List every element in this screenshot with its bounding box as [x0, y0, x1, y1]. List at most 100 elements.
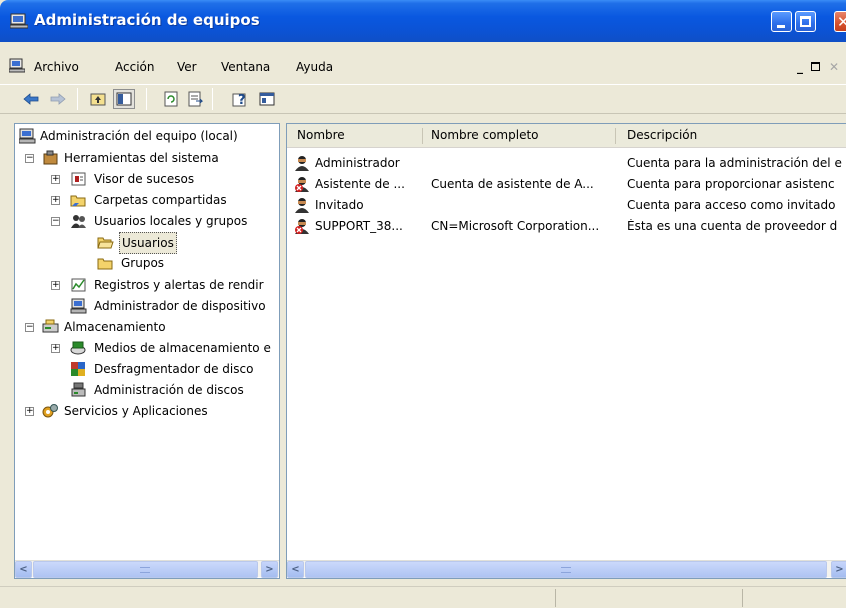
maximize-icon — [800, 16, 811, 27]
column-header-nombre[interactable]: Nombre — [297, 128, 345, 142]
user-icon — [295, 198, 309, 213]
column-divider[interactable] — [615, 128, 616, 144]
list-horizontal-scrollbar[interactable]: < > — [287, 560, 846, 578]
up-folder-button[interactable] — [87, 89, 109, 109]
tree-item-servicios[interactable]: + Servicios y Aplicaciones — [15, 401, 279, 421]
menu-archivo[interactable]: Archivo — [34, 60, 79, 74]
mmc-system-icon[interactable] — [9, 58, 25, 73]
device-manager-icon — [70, 298, 87, 314]
tree-label: Servicios y Aplicaciones — [64, 404, 208, 418]
expand-icon[interactable]: + — [51, 281, 60, 290]
forward-button[interactable] — [47, 89, 69, 109]
performance-logs-icon — [71, 278, 86, 292]
child-close-button[interactable]: ✕ — [826, 60, 842, 74]
tree-item-herramientas[interactable]: − Herramientas del sistema — [15, 148, 279, 168]
tree-item-grupos[interactable]: Grupos — [15, 253, 279, 273]
properties-button[interactable] — [256, 89, 278, 109]
console-tree[interactable]: Administración del equipo (local) − Herr… — [14, 123, 280, 579]
minimize-button[interactable] — [771, 11, 792, 32]
cell-descripcion: Cuenta para la administración del e — [627, 156, 842, 170]
column-header-nombre-completo[interactable]: Nombre completo — [431, 128, 539, 142]
folder-icon — [97, 258, 113, 270]
scroll-thumb[interactable] — [33, 561, 258, 578]
help-button[interactable]: ? — [230, 89, 252, 109]
table-row[interactable]: Invitado Cuenta para acceso como invitad… — [287, 196, 846, 216]
tree-item-usuarios-locales[interactable]: − Usuarios locales y grupos — [15, 211, 279, 231]
cell-nombre-completo: Cuenta de asistente de A... — [431, 177, 594, 191]
chevron-left-icon: < — [291, 564, 300, 575]
menu-ventana[interactable]: Ventana — [221, 60, 270, 74]
scroll-right-button[interactable]: > — [831, 561, 846, 578]
tree-label: Administrador de dispositivo — [94, 299, 266, 313]
refresh-icon — [164, 91, 178, 107]
window-title: Administración de equipos — [34, 11, 260, 29]
expand-icon[interactable]: + — [51, 196, 60, 205]
status-bar — [0, 586, 846, 608]
cell-nombre: Administrador — [315, 156, 400, 170]
expand-icon[interactable]: + — [25, 407, 34, 416]
scroll-left-button[interactable]: < — [287, 561, 304, 578]
user-icon — [295, 156, 309, 171]
tree-label: Herramientas del sistema — [64, 151, 219, 165]
close-button[interactable]: ✕ — [834, 11, 846, 32]
show-hide-tree-button[interactable] — [113, 89, 135, 109]
column-header-descripcion[interactable]: Descripción — [627, 128, 697, 142]
tree-item-root[interactable]: Administración del equipo (local) — [15, 126, 279, 146]
tree-item-desfragmentador[interactable]: Desfragmentador de disco — [15, 359, 279, 379]
toolbar-separator — [212, 88, 213, 110]
cell-descripcion: Cuenta para proporcionar asistenc — [627, 177, 835, 191]
expand-icon[interactable]: + — [51, 175, 60, 184]
title-bar[interactable]: Administración de equipos ✕ — [0, 0, 846, 42]
tree-label: Registros y alertas de rendir — [94, 278, 264, 292]
properties-icon — [259, 92, 275, 106]
tree-item-admin-dispositivos[interactable]: Administrador de dispositivo — [15, 296, 279, 316]
tree-label: Grupos — [121, 256, 165, 270]
toolbar-separator — [77, 88, 78, 110]
storage-icon — [42, 319, 59, 333]
table-row[interactable]: Asistente de ... Cuenta de asistente de … — [287, 175, 846, 195]
restore-icon — [811, 62, 820, 71]
scroll-right-button[interactable]: > — [261, 561, 278, 578]
menu-ver[interactable]: Ver — [177, 60, 197, 74]
back-button[interactable] — [20, 89, 42, 109]
disabled-user-icon — [295, 177, 309, 192]
table-row[interactable]: Administrador Cuenta para la administrac… — [287, 154, 846, 174]
shared-folder-icon — [70, 195, 86, 207]
scroll-thumb[interactable] — [305, 561, 827, 578]
collapse-icon[interactable]: − — [51, 217, 60, 226]
table-row[interactable]: SUPPORT_38... CN=Microsoft Corporation..… — [287, 217, 846, 237]
collapse-icon[interactable]: − — [25, 154, 34, 163]
child-minimize-button[interactable]: _ — [792, 60, 808, 74]
tree-item-visor[interactable]: + Visor de sucesos — [15, 169, 279, 189]
up-folder-icon — [90, 93, 106, 106]
close-icon: ✕ — [837, 13, 846, 31]
refresh-button[interactable] — [160, 89, 182, 109]
details-list[interactable]: Nombre Nombre completo Descripción Admin… — [286, 123, 846, 579]
column-divider[interactable] — [422, 128, 423, 144]
maximize-button[interactable] — [795, 11, 816, 32]
child-restore-button[interactable] — [808, 60, 824, 74]
tree-label: Carpetas compartidas — [94, 193, 227, 207]
chevron-right-icon: > — [265, 564, 274, 575]
forward-icon — [50, 93, 66, 105]
menu-ayuda[interactable]: Ayuda — [296, 60, 333, 74]
list-header: Nombre Nombre completo Descripción — [287, 124, 846, 148]
tree-item-medios[interactable]: + Medios de almacenamiento e — [15, 338, 279, 358]
services-applications-icon — [42, 404, 58, 418]
tree-item-registros[interactable]: + Registros y alertas de rendir — [15, 275, 279, 295]
export-list-button[interactable] — [184, 89, 206, 109]
tree-item-admin-discos[interactable]: Administración de discos — [15, 380, 279, 400]
collapse-icon[interactable]: − — [25, 323, 34, 332]
tree-horizontal-scrollbar[interactable]: < > — [15, 560, 279, 578]
expand-icon[interactable]: + — [51, 344, 60, 353]
cell-descripcion: Ésta es una cuenta de proveedor d — [627, 219, 838, 233]
system-tools-icon — [43, 150, 58, 165]
grip-icon — [140, 567, 150, 573]
tree-item-carpetas[interactable]: + Carpetas compartidas — [15, 190, 279, 210]
tree-item-usuarios[interactable]: Usuarios — [15, 232, 279, 254]
grip-icon — [561, 567, 571, 573]
chevron-right-icon: > — [835, 564, 844, 575]
menu-accion[interactable]: Acción — [115, 60, 154, 74]
tree-item-almacenamiento[interactable]: − Almacenamiento — [15, 317, 279, 337]
scroll-left-button[interactable]: < — [15, 561, 32, 578]
